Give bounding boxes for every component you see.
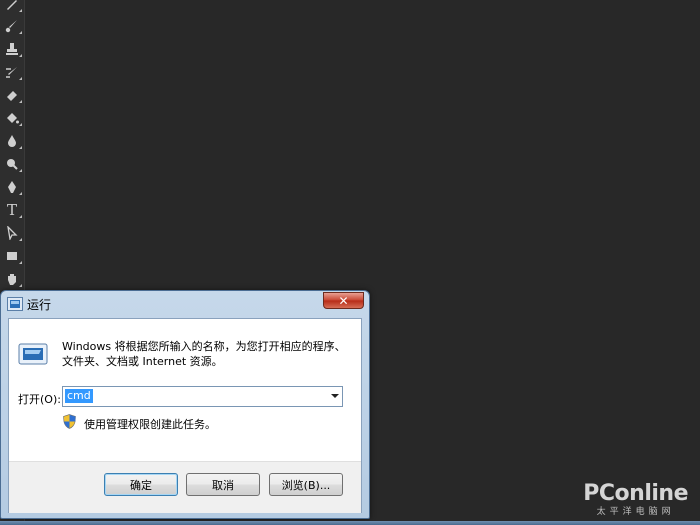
open-input-value[interactable]: cmd <box>65 389 93 403</box>
cancel-button-label: 取消 <box>212 478 234 492</box>
run-program-icon <box>18 343 48 365</box>
open-combobox[interactable]: cmd <box>62 386 343 407</box>
close-icon: ✕ <box>338 293 349 308</box>
brush-icon[interactable] <box>2 16 22 36</box>
dialog-body: Windows 将根据您所输入的名称，为您打开相应的程序、 文件夹、文档或 In… <box>8 318 362 513</box>
browse-button[interactable]: 浏览(B)... <box>269 473 343 496</box>
ok-button-label: 确定 <box>130 478 152 492</box>
dialog-titlebar[interactable]: 运行 ✕ <box>1 291 369 317</box>
path-selection-icon[interactable] <box>2 223 22 243</box>
cancel-button[interactable]: 取消 <box>186 473 260 496</box>
watermark-brand: PConline <box>583 481 688 506</box>
eraser-icon[interactable] <box>2 85 22 105</box>
pconline-watermark: PConline 太平洋电脑网 <box>583 481 688 517</box>
blur-icon[interactable] <box>2 131 22 151</box>
uac-shield-icon <box>63 414 76 429</box>
paint-bucket-icon[interactable] <box>2 108 22 128</box>
pen-icon[interactable] <box>2 177 22 197</box>
dialog-button-bar: 确定 取消 浏览(B)... <box>9 461 361 513</box>
taskbar-edge <box>0 521 700 525</box>
workspace-canvas: T 运行 ✕ Windows 将根据您所输入的名称，为您打开相应的程序、 文件夹… <box>0 0 700 525</box>
dialog-description: Windows 将根据您所输入的名称，为您打开相应的程序、 文件夹、文档或 In… <box>62 339 352 369</box>
admin-privilege-note: 使用管理权限创建此任务。 <box>84 418 216 431</box>
type-glyph: T <box>6 201 17 219</box>
history-brush-icon[interactable] <box>2 62 22 82</box>
hand-icon[interactable] <box>2 269 22 289</box>
healing-brush-icon[interactable] <box>2 0 22 14</box>
dodge-icon[interactable] <box>2 154 22 174</box>
clone-stamp-icon[interactable] <box>2 39 22 59</box>
run-app-icon <box>7 297 23 311</box>
type-icon[interactable]: T <box>2 200 22 220</box>
close-button[interactable]: ✕ <box>323 292 364 309</box>
rectangle-icon[interactable] <box>2 246 22 266</box>
browse-button-label: 浏览(B)... <box>281 478 331 492</box>
description-line-2: 文件夹、文档或 Internet 资源。 <box>62 355 223 368</box>
dropdown-arrow-icon[interactable] <box>331 394 339 398</box>
ok-button[interactable]: 确定 <box>104 473 178 496</box>
watermark-subtitle: 太平洋电脑网 <box>596 507 675 517</box>
description-line-1: Windows 将根据您所输入的名称，为您打开相应的程序、 <box>62 340 346 353</box>
dialog-title: 运行 <box>27 298 52 312</box>
run-dialog: 运行 ✕ Windows 将根据您所输入的名称，为您打开相应的程序、 文件夹、文… <box>0 290 370 519</box>
open-label: 打开(O): <box>18 393 61 406</box>
